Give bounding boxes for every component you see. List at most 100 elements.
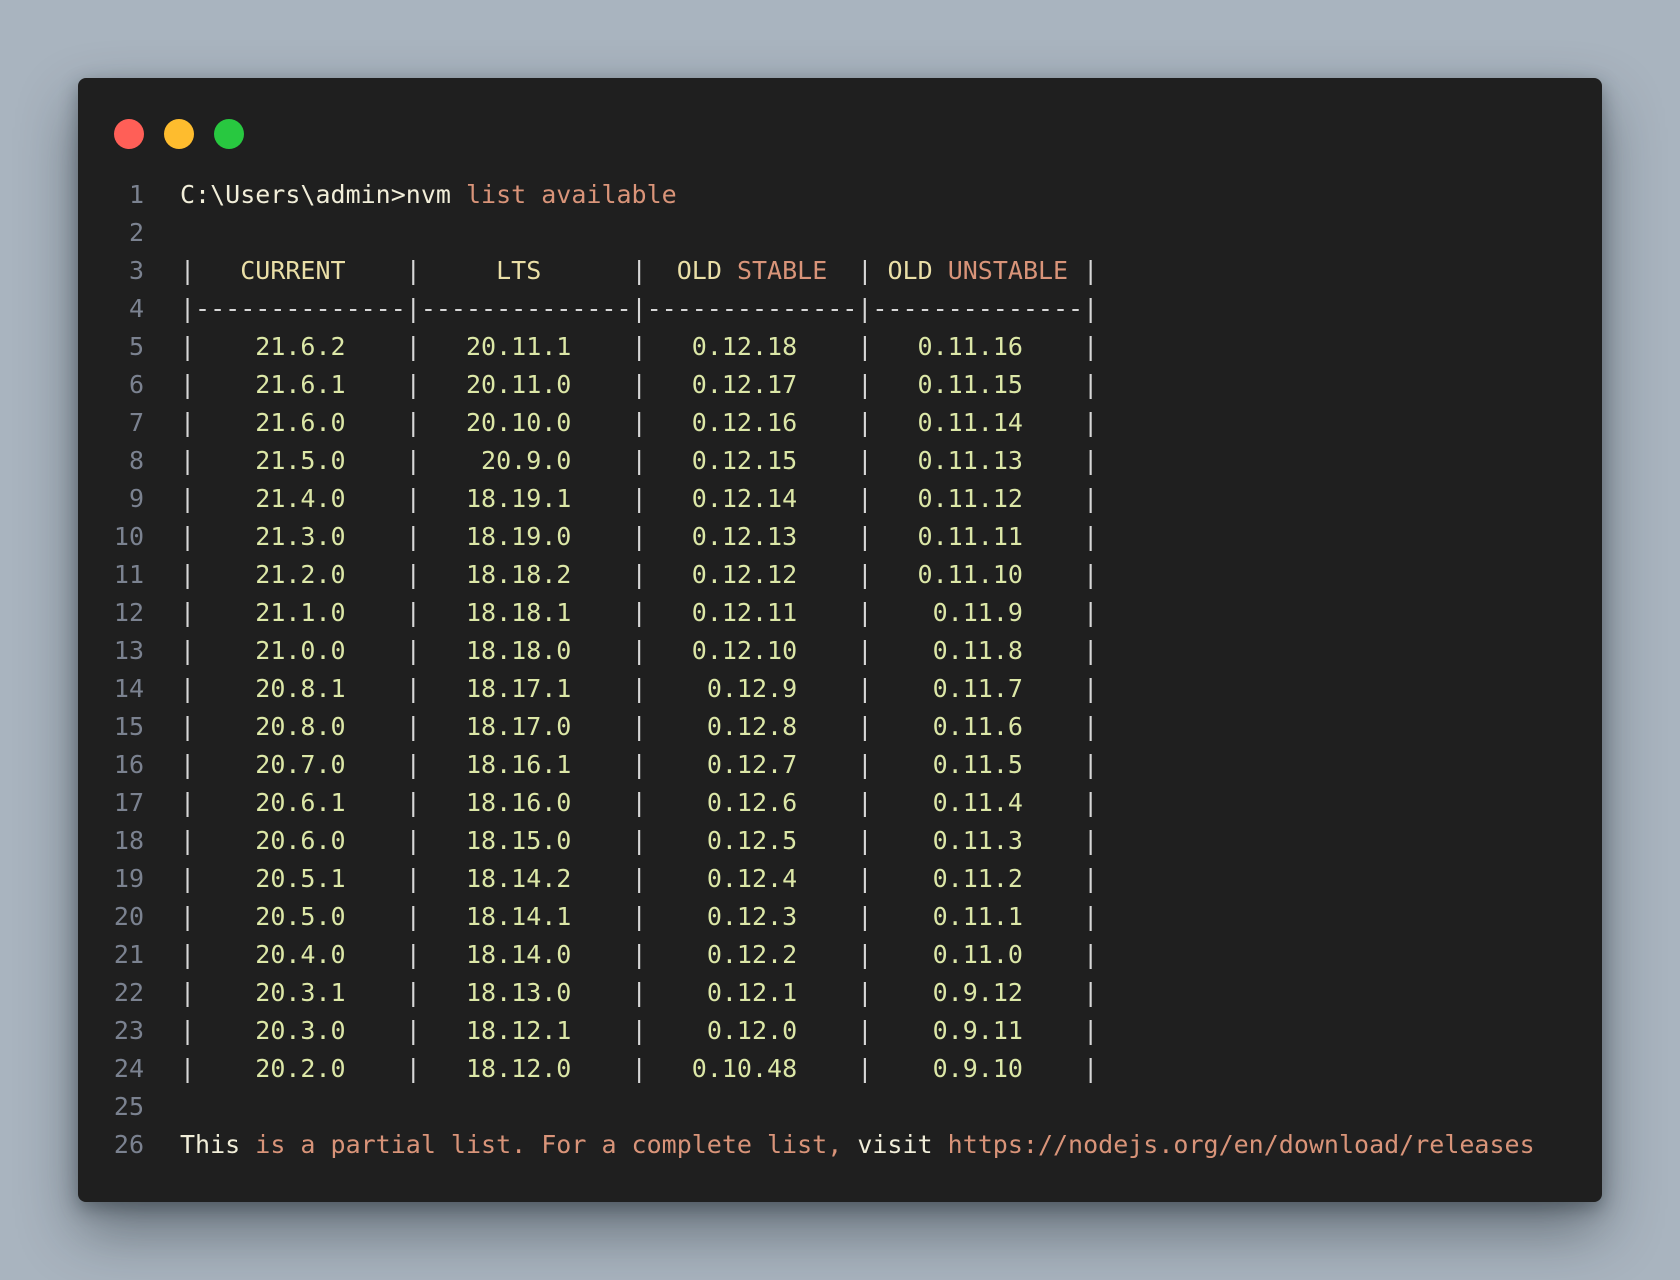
text-segment: | bbox=[1083, 370, 1099, 399]
text-segment: | bbox=[1083, 256, 1099, 285]
text-segment: 0.9.10 bbox=[872, 1054, 1084, 1083]
text-segment: | bbox=[857, 408, 873, 437]
text-segment: | bbox=[405, 712, 421, 741]
line-number: 13 bbox=[113, 636, 144, 665]
line-number: 18 bbox=[113, 826, 144, 855]
text-segment: | bbox=[1083, 408, 1099, 437]
minimize-dot[interactable] bbox=[164, 119, 194, 149]
text-segment: | bbox=[405, 674, 421, 703]
close-dot[interactable] bbox=[114, 119, 144, 149]
text-segment: 20.3.1 bbox=[195, 978, 406, 1007]
text-segment: 0.12.11 bbox=[646, 598, 858, 627]
line-text: | 20.6.1 | 18.16.0 | 0.12.6 | 0.11.4 | bbox=[180, 784, 1098, 822]
text-segment: | bbox=[631, 712, 647, 741]
text-segment: 0.11.14 bbox=[872, 408, 1084, 437]
line-text: | 21.6.2 | 20.11.1 | 0.12.18 | 0.11.16 | bbox=[180, 328, 1098, 366]
code-line: 12 | 21.1.0 | 18.18.1 | 0.12.11 | 0.11.9 … bbox=[78, 594, 1602, 632]
line-text: | 20.5.0 | 18.14.1 | 0.12.3 | 0.11.1 | bbox=[180, 898, 1098, 936]
text-segment: | bbox=[857, 1054, 873, 1083]
text-segment: 18.18.0 bbox=[420, 636, 632, 665]
text-segment: is a partial list. For a complete list, bbox=[255, 1130, 858, 1159]
code-line: 3 | CURRENT | LTS | OLD STABLE | OLD UNST… bbox=[78, 252, 1602, 290]
text-segment: | bbox=[1083, 750, 1099, 779]
text-segment: | bbox=[405, 940, 421, 969]
text-segment: 18.19.1 bbox=[420, 484, 632, 513]
code-line: 22 | 20.3.1 | 18.13.0 | 0.12.1 | 0.9.12 | bbox=[78, 974, 1602, 1012]
text-segment: 20.2.0 bbox=[195, 1054, 406, 1083]
text-segment: 0.11.11 bbox=[872, 522, 1084, 551]
text-segment: 0.12.14 bbox=[646, 484, 858, 513]
code-line: 4 |--------------|--------------|--------… bbox=[78, 290, 1602, 328]
text-segment: | bbox=[631, 826, 647, 855]
terminal-output: 1 C:\Users\admin>nvm list available 2 3 | CU… bbox=[78, 176, 1602, 1164]
line-text: | 21.1.0 | 18.18.1 | 0.12.11 | 0.11.9 | bbox=[180, 594, 1098, 632]
text-segment: 18.18.1 bbox=[420, 598, 632, 627]
text-segment: | bbox=[631, 902, 647, 931]
code-line: 20 | 20.5.0 | 18.14.1 | 0.12.3 | 0.11.1 | bbox=[78, 898, 1602, 936]
text-segment: 20.8.0 bbox=[195, 712, 406, 741]
text-segment: | bbox=[180, 446, 196, 475]
text-segment bbox=[827, 256, 857, 285]
text-segment: 21.0.0 bbox=[195, 636, 406, 665]
text-segment: 18.16.1 bbox=[420, 750, 632, 779]
text-segment: | bbox=[857, 636, 873, 665]
text-segment: 21.1.0 bbox=[195, 598, 406, 627]
code-line: 18 | 20.6.0 | 18.15.0 | 0.12.5 | 0.11.3 | bbox=[78, 822, 1602, 860]
text-segment: | bbox=[631, 598, 647, 627]
line-number: 14 bbox=[113, 674, 144, 703]
line-text: | 21.3.0 | 18.19.0 | 0.12.13 | 0.11.11 | bbox=[180, 518, 1098, 556]
text-segment: | bbox=[180, 636, 196, 665]
text-segment: | bbox=[180, 902, 196, 931]
text-segment: | bbox=[857, 598, 873, 627]
text-segment: 21.6.1 bbox=[195, 370, 406, 399]
line-text: | 21.2.0 | 18.18.2 | 0.12.12 | 0.11.10 | bbox=[180, 556, 1098, 594]
line-text: | 20.3.0 | 18.12.1 | 0.12.0 | 0.9.11 | bbox=[180, 1012, 1098, 1050]
line-number: 20 bbox=[113, 902, 144, 931]
text-segment: 21.6.0 bbox=[195, 408, 406, 437]
line-text: | 21.6.1 | 20.11.0 | 0.12.17 | 0.11.15 | bbox=[180, 366, 1098, 404]
text-segment: | bbox=[405, 902, 421, 931]
line-number: 25 bbox=[113, 1092, 144, 1121]
text-segment: | bbox=[1083, 712, 1099, 741]
text-segment: | bbox=[857, 332, 873, 361]
text-segment: 0.11.4 bbox=[872, 788, 1084, 817]
text-segment: 0.11.6 bbox=[872, 712, 1084, 741]
code-line: 25 bbox=[78, 1088, 1602, 1126]
text-segment: | bbox=[631, 750, 647, 779]
text-segment: 0.11.0 bbox=[872, 940, 1084, 969]
text-segment: | bbox=[1083, 864, 1099, 893]
text-segment: | bbox=[631, 484, 647, 513]
line-number: 8 bbox=[128, 446, 144, 475]
text-segment: | bbox=[631, 1054, 647, 1083]
text-segment: https://nodejs.org/en/download/releases bbox=[947, 1130, 1535, 1159]
line-text: | 20.3.1 | 18.13.0 | 0.12.1 | 0.9.12 | bbox=[180, 974, 1098, 1012]
text-segment: | bbox=[180, 484, 196, 513]
line-text: | 20.4.0 | 18.14.0 | 0.12.2 | 0.11.0 | bbox=[180, 936, 1098, 974]
text-segment: | bbox=[405, 408, 421, 437]
text-segment: | bbox=[180, 408, 196, 437]
text-segment: | bbox=[405, 1016, 421, 1045]
text-segment: | bbox=[857, 940, 873, 969]
line-text: | 21.5.0 | 20.9.0 | 0.12.15 | 0.11.13 | bbox=[180, 442, 1098, 480]
text-segment: | bbox=[857, 484, 873, 513]
text-segment: 0.12.0 bbox=[646, 1016, 858, 1045]
text-segment: 18.18.2 bbox=[420, 560, 632, 589]
line-number: 26 bbox=[113, 1130, 144, 1159]
code-line: 8 | 21.5.0 | 20.9.0 | 0.12.15 | 0.11.13 | bbox=[78, 442, 1602, 480]
line-number: 16 bbox=[113, 750, 144, 779]
line-number: 4 bbox=[128, 294, 144, 323]
text-segment: | bbox=[631, 256, 647, 285]
text-segment: | bbox=[180, 598, 196, 627]
text-segment: | bbox=[1083, 978, 1099, 1007]
code-line: 19 | 20.5.1 | 18.14.2 | 0.12.4 | 0.11.2 | bbox=[78, 860, 1602, 898]
text-segment: 0.12.4 bbox=[646, 864, 858, 893]
text-segment: 0.9.12 bbox=[872, 978, 1084, 1007]
text-segment: 21.3.0 bbox=[195, 522, 406, 551]
text-segment: 0.9.11 bbox=[872, 1016, 1084, 1045]
text-segment: 21.5.0 bbox=[195, 446, 406, 475]
text-segment: | bbox=[631, 674, 647, 703]
maximize-dot[interactable] bbox=[214, 119, 244, 149]
text-segment: 0.12.15 bbox=[646, 446, 858, 475]
text-segment: 0.11.16 bbox=[872, 332, 1084, 361]
code-line: 1 C:\Users\admin>nvm list available bbox=[78, 176, 1602, 214]
